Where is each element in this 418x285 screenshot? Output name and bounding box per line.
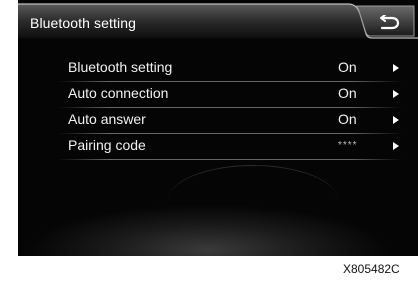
setting-row-bluetooth[interactable]: Bluetooth setting On — [58, 56, 402, 82]
setting-label: Pairing code — [68, 137, 146, 153]
play-arrow-icon — [393, 64, 399, 72]
row-divider — [58, 159, 402, 160]
setting-label: Bluetooth setting — [68, 59, 173, 75]
setting-label: Auto connection — [68, 85, 169, 101]
title-bar: Bluetooth setting — [18, 0, 418, 39]
play-arrow-icon — [393, 90, 399, 98]
play-arrow-icon — [393, 142, 399, 150]
pairing-code-value: **** — [338, 140, 358, 151]
return-icon — [380, 15, 400, 30]
setting-value: On — [338, 85, 357, 101]
setting-row-pairing-code[interactable]: Pairing code **** — [58, 134, 402, 160]
setting-row-auto-connection[interactable]: Auto connection On — [58, 82, 402, 108]
setting-label: Auto answer — [68, 111, 146, 127]
page-title: Bluetooth setting — [30, 15, 136, 31]
setting-value: On — [338, 59, 357, 75]
setting-value: On — [338, 111, 357, 127]
background-arc — [168, 165, 338, 236]
setting-row-auto-answer[interactable]: Auto answer On — [58, 108, 402, 134]
play-arrow-icon — [393, 116, 399, 124]
figure-code: X805482C — [343, 262, 400, 276]
settings-screen: Bluetooth setting Bluetooth setting On A… — [18, 0, 418, 256]
back-button[interactable] — [364, 6, 414, 38]
